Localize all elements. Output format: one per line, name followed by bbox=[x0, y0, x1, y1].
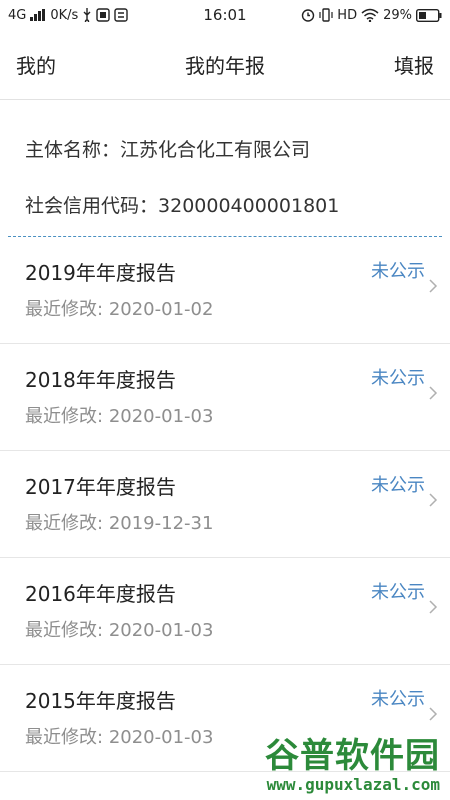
status-badge: 未公示 bbox=[371, 475, 425, 496]
last-modified-label: 最近修改: bbox=[25, 620, 104, 641]
credit-code-label: 社会信用代码： bbox=[25, 195, 159, 217]
credit-code-value: 320000400001801 bbox=[158, 195, 340, 217]
report-item-2017[interactable]: 2017年年度报告 未公示 最近修改: 2019-12-31 bbox=[0, 451, 450, 558]
watermark-text: 谷普软件园 bbox=[265, 736, 440, 776]
chevron-right-icon bbox=[429, 386, 438, 400]
page-title: 我的年报 bbox=[185, 54, 265, 78]
last-modified: 最近修改: 2019-12-31 bbox=[25, 509, 213, 535]
last-modified-date: 2020-01-03 bbox=[108, 620, 214, 641]
entity-info: 主体名称：江苏化合化工有限公司 社会信用代码：320000400001801 bbox=[0, 100, 450, 236]
signal-icon bbox=[30, 9, 46, 21]
report-title: 2018年年度报告 bbox=[25, 368, 176, 392]
sync-icon bbox=[114, 8, 129, 22]
report-title: 2019年年度报告 bbox=[25, 261, 176, 285]
status-badge: 未公示 bbox=[371, 368, 425, 389]
last-modified-label: 最近修改: bbox=[25, 406, 104, 427]
status-badge: 未公示 bbox=[371, 689, 425, 710]
my-button[interactable]: 我的 bbox=[16, 50, 56, 79]
credit-code-row: 社会信用代码：320000400001801 bbox=[25, 194, 425, 218]
last-modified-label: 最近修改: bbox=[25, 513, 104, 534]
wifi-icon bbox=[361, 8, 379, 22]
last-modified: 最近修改: 2020-01-03 bbox=[25, 723, 213, 749]
status-badge: 未公示 bbox=[371, 261, 425, 282]
report-title: 2016年年度报告 bbox=[25, 582, 176, 606]
usb-icon bbox=[82, 8, 92, 22]
report-item-2018[interactable]: 2018年年度报告 未公示 最近修改: 2020-01-03 bbox=[0, 344, 450, 451]
chevron-right-icon bbox=[429, 600, 438, 614]
last-modified-label: 最近修改: bbox=[25, 299, 104, 320]
report-list: 2019年年度报告 未公示 最近修改: 2020-01-02 2018年年度报告… bbox=[0, 237, 450, 772]
report-title: 2017年年度报告 bbox=[25, 475, 176, 499]
network-type: 4G bbox=[8, 7, 27, 23]
network-speed: 0K/s bbox=[50, 7, 79, 23]
hd-label: HD bbox=[337, 7, 358, 23]
nav-bar: 我的 我的年报 填报 bbox=[0, 30, 450, 100]
report-item-2019[interactable]: 2019年年度报告 未公示 最近修改: 2020-01-02 bbox=[0, 237, 450, 344]
chevron-right-icon bbox=[429, 493, 438, 507]
report-item-2016[interactable]: 2016年年度报告 未公示 最近修改: 2020-01-03 bbox=[0, 558, 450, 665]
entity-name-value: 江苏化合化工有限公司 bbox=[120, 139, 311, 161]
watermark: 谷普软件园 www.gupuxlazal.com bbox=[236, 728, 446, 796]
status-badge: 未公示 bbox=[371, 582, 425, 603]
vibrate-icon bbox=[319, 8, 333, 22]
report-title: 2015年年度报告 bbox=[25, 689, 176, 713]
last-modified-label: 最近修改: bbox=[25, 727, 104, 748]
last-modified-date: 2020-01-03 bbox=[108, 406, 214, 427]
last-modified: 最近修改: 2020-01-03 bbox=[25, 402, 213, 428]
status-right: HD 29% bbox=[301, 8, 442, 23]
entity-name-row: 主体名称：江苏化合化工有限公司 bbox=[25, 138, 425, 162]
status-left: 4G 0K/s bbox=[8, 7, 129, 23]
last-modified-date: 2020-01-03 bbox=[108, 727, 214, 748]
chevron-right-icon bbox=[429, 279, 438, 293]
watermark-url: www.gupuxlazal.com bbox=[266, 775, 440, 794]
alarm-icon bbox=[301, 8, 315, 22]
last-modified-date: 2020-01-02 bbox=[108, 299, 214, 320]
fill-report-button[interactable]: 填报 bbox=[394, 50, 434, 79]
status-bar: 4G 0K/s 16:01 HD 29% bbox=[0, 0, 450, 30]
last-modified: 最近修改: 2020-01-03 bbox=[25, 616, 213, 642]
battery-icon bbox=[416, 8, 442, 22]
entity-name-label: 主体名称： bbox=[25, 139, 121, 161]
last-modified-date: 2019-12-31 bbox=[108, 513, 214, 534]
sim-icon bbox=[96, 8, 111, 22]
battery-percent: 29% bbox=[383, 7, 412, 23]
chevron-right-icon bbox=[429, 707, 438, 721]
last-modified: 最近修改: 2020-01-02 bbox=[25, 295, 213, 321]
